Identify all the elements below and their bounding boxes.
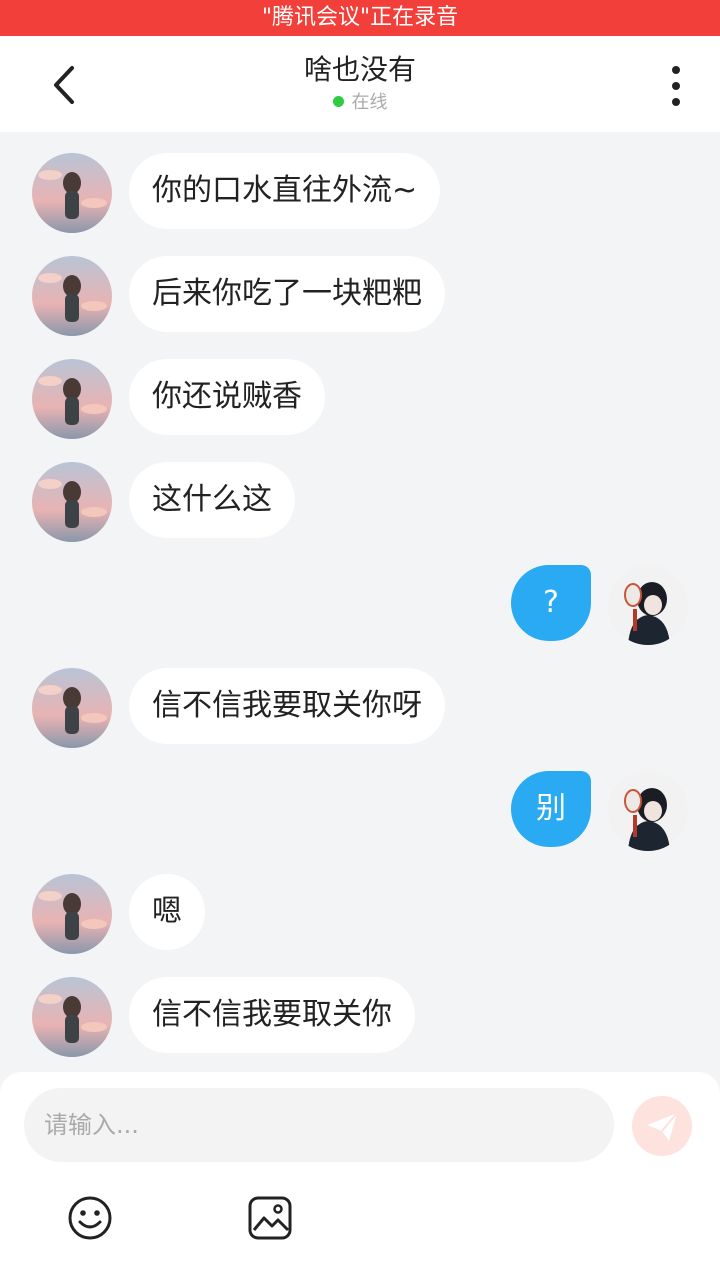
- my-message-bubble[interactable]: 别: [511, 771, 591, 847]
- message-bubble[interactable]: 嗯: [129, 874, 205, 950]
- my-avatar[interactable]: [608, 565, 688, 645]
- my-message-bubble[interactable]: ?: [511, 565, 591, 641]
- message-bubble[interactable]: 信不信我要取关你: [129, 977, 415, 1053]
- contact-avatar[interactable]: [32, 668, 112, 748]
- contact-avatar[interactable]: [32, 462, 112, 542]
- message-bubble[interactable]: 信不信我要取关你呀: [129, 668, 445, 744]
- emoji-icon: [68, 1196, 112, 1240]
- online-status: 在线: [0, 90, 720, 116]
- recording-banner: "腾讯会议"正在录音: [0, 0, 720, 36]
- more-vertical-icon: [672, 66, 680, 106]
- contact-avatar[interactable]: [32, 256, 112, 336]
- message-input[interactable]: [24, 1088, 614, 1162]
- message-bubble[interactable]: 这什么这: [129, 462, 295, 538]
- my-avatar[interactable]: [608, 771, 688, 851]
- contact-avatar[interactable]: [32, 977, 112, 1057]
- emoji-button[interactable]: [66, 1194, 114, 1242]
- message-bubble[interactable]: 你还说贼香: [129, 359, 325, 435]
- send-button[interactable]: [632, 1096, 692, 1156]
- contact-avatar[interactable]: [32, 153, 112, 233]
- contact-avatar[interactable]: [32, 359, 112, 439]
- more-options-button[interactable]: [652, 62, 700, 110]
- send-icon: [647, 1112, 678, 1141]
- title-block: 啥也没有 在线: [0, 52, 720, 116]
- online-status-text: 在线: [351, 92, 388, 113]
- message-list[interactable]: 你的口水直往外流~ 后来你吃了一块粑粑 你还说贼香 这什么这 ? 信不信我要取关…: [0, 132, 720, 1072]
- message-bubble[interactable]: 你的口水直往外流~: [129, 153, 441, 229]
- composer: [0, 1072, 720, 1280]
- image-icon: [248, 1196, 292, 1240]
- message-bubble[interactable]: 后来你吃了一块粑粑: [129, 256, 445, 332]
- online-dot-icon: [332, 95, 344, 107]
- chat-header: 啥也没有 在线: [0, 36, 720, 132]
- recording-banner-text: "腾讯会议"正在录音: [261, 5, 459, 30]
- contact-avatar[interactable]: [32, 874, 112, 954]
- contact-name: 啥也没有: [303, 53, 416, 86]
- image-button[interactable]: [246, 1194, 294, 1242]
